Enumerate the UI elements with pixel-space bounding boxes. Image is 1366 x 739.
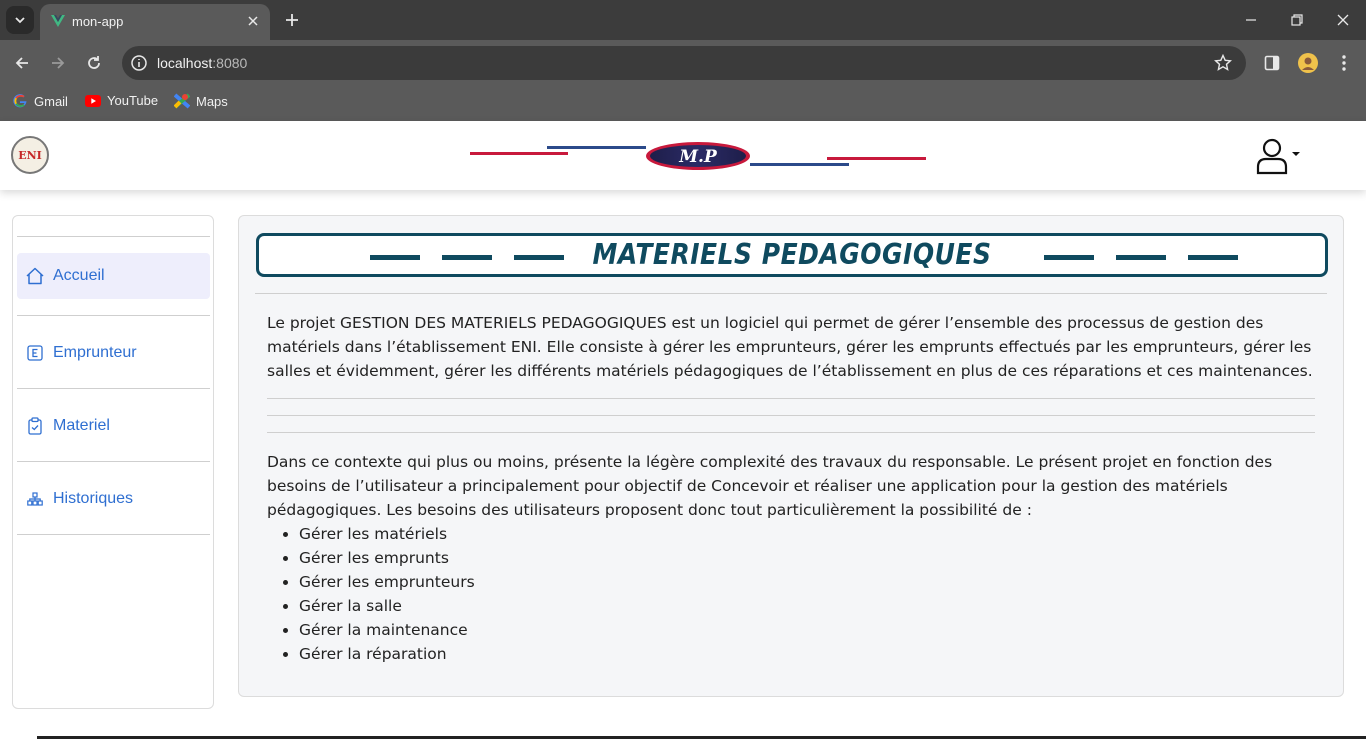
profile-button[interactable] (1297, 52, 1319, 74)
bookmarks-bar: Gmail YouTube Maps (0, 86, 1366, 121)
bookmark-gmail[interactable]: Gmail (12, 93, 68, 109)
maps-icon (174, 93, 190, 109)
hierarchy-icon (25, 489, 45, 509)
letter-e-icon (25, 343, 45, 363)
minimize-button[interactable] (1241, 10, 1261, 30)
address-bar[interactable]: localhost:8080 (122, 46, 1246, 80)
browser-tabstrip: mon-app (0, 0, 1366, 40)
clipboard-icon (25, 416, 45, 436)
bookmark-youtube[interactable]: YouTube (85, 93, 158, 108)
vue-icon (51, 15, 65, 27)
side-panel-icon (1264, 55, 1280, 71)
reload-icon (88, 56, 100, 69)
divider (255, 293, 1327, 294)
banner-dash (1044, 255, 1094, 260)
restore-icon (1291, 14, 1303, 26)
divider (267, 415, 1315, 416)
google-icon (13, 94, 27, 108)
tab-title: mon-app (72, 14, 124, 29)
user-menu-button[interactable] (1255, 137, 1303, 177)
menu-button[interactable] (1333, 52, 1355, 74)
sidebar-divider (17, 236, 210, 237)
list-item: Gérer les emprunteurs (299, 570, 475, 594)
sidebar-divider (17, 388, 210, 389)
intro-paragraph: Le projet GESTION DES MATERIELS PEDAGOGI… (267, 314, 1313, 380)
close-icon (1337, 14, 1349, 26)
list-item: Gérer la salle (299, 594, 475, 618)
youtube-icon (85, 94, 101, 107)
title-banner: MATERIELS PEDAGOGIQUES (256, 233, 1328, 277)
eni-logo-text: ENI (18, 148, 42, 162)
sidebar-item-emprunteur[interactable]: Emprunteur (17, 330, 210, 376)
divider (267, 432, 1315, 433)
sidebar-item-accueil[interactable]: Accueil (17, 253, 210, 299)
sidebar-item-materiel[interactable]: Materiel (17, 403, 210, 449)
page: ENI M.P Accueil Emprunteur Materiel Hist… (0, 121, 1366, 739)
url-host: localhost (157, 55, 213, 71)
mp-brand-logo: M.P (470, 142, 926, 170)
bookmark-maps[interactable]: Maps (174, 93, 228, 109)
chevron-down-icon (15, 17, 25, 24)
info-icon[interactable] (130, 54, 148, 72)
sidebar: Accueil Emprunteur Materiel Historiques (12, 215, 214, 709)
sidebar-divider (17, 534, 210, 535)
forward-button[interactable] (47, 52, 69, 74)
browser-toolbar: localhost:8080 (0, 40, 1366, 86)
list-item: Gérer la maintenance (299, 618, 475, 642)
sidebar-item-label: Materiel (53, 417, 110, 434)
list-item: Gérer les emprunts (299, 546, 475, 570)
tab-close-button[interactable] (244, 12, 262, 30)
main-content: MATERIELS PEDAGOGIQUES Le projet GESTION… (238, 215, 1344, 697)
bookmark-label: YouTube (107, 93, 159, 108)
home-icon (25, 266, 45, 286)
close-icon (248, 16, 258, 26)
tab-search-button[interactable] (6, 6, 34, 34)
brand-text: M.P (678, 147, 718, 167)
features-list: Gérer les matériels Gérer les emprunts G… (299, 522, 475, 666)
arrow-right-icon (52, 57, 65, 69)
sidebar-divider (17, 315, 210, 316)
bookmark-label: Gmail (34, 93, 68, 109)
list-item: Gérer les matériels (299, 522, 475, 546)
url-port: :8080 (212, 55, 248, 71)
banner-dash (1116, 255, 1166, 260)
sidebar-item-label: Accueil (53, 267, 105, 284)
plus-icon (286, 14, 298, 26)
url-text: localhost:8080 (157, 55, 247, 71)
app-header: ENI M.P (0, 121, 1366, 190)
banner-dash (1188, 255, 1238, 260)
user-icon (1256, 138, 1300, 175)
divider (267, 398, 1315, 399)
side-panel-button[interactable] (1261, 52, 1283, 74)
minimize-icon (1246, 19, 1256, 21)
window-close-button[interactable] (1333, 10, 1353, 30)
new-tab-button[interactable] (282, 10, 302, 30)
back-button[interactable] (11, 52, 33, 74)
reload-button[interactable] (83, 52, 105, 74)
eni-logo[interactable]: ENI (11, 136, 49, 174)
sidebar-divider (17, 461, 210, 462)
avatar-icon (1298, 53, 1318, 73)
browser-tab[interactable]: mon-app (40, 4, 270, 40)
arrow-left-icon (15, 57, 28, 69)
sidebar-item-label: Emprunteur (53, 344, 137, 361)
kebab-menu-icon (1342, 55, 1346, 71)
bookmark-label: Maps (196, 93, 228, 109)
restore-button[interactable] (1287, 10, 1307, 30)
context-paragraph: Dans ce contexte qui plus ou moins, prés… (267, 453, 1273, 519)
star-icon[interactable] (1214, 54, 1232, 72)
list-item: Gérer la réparation (299, 642, 475, 666)
sidebar-item-label: Historiques (53, 490, 134, 507)
sidebar-item-historiques[interactable]: Historiques (17, 476, 210, 522)
